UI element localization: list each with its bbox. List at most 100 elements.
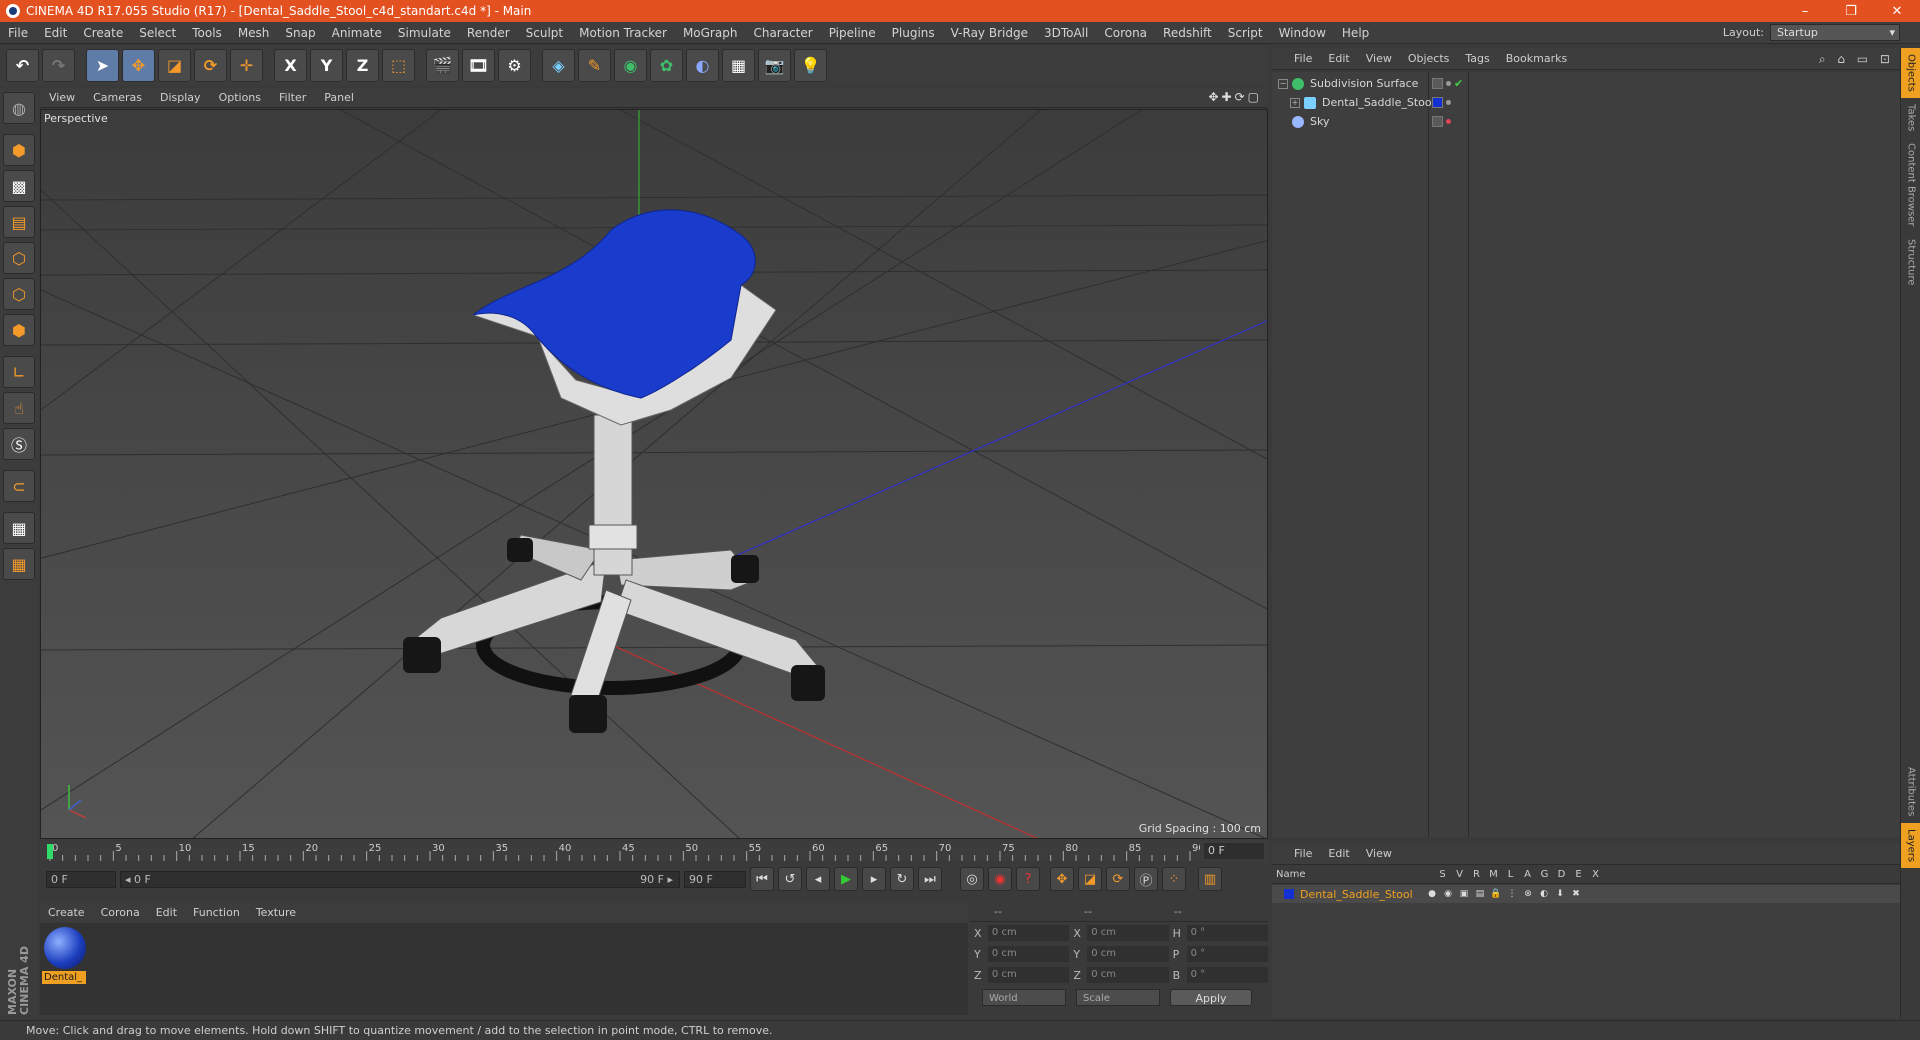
viewport-menu-panel[interactable]: Panel bbox=[315, 91, 363, 104]
go-to-start-icon[interactable]: ⏮ bbox=[750, 867, 774, 891]
menu-pipeline[interactable]: Pipeline bbox=[821, 26, 884, 40]
om-menu-file[interactable]: File bbox=[1286, 52, 1320, 65]
key-parameter-icon[interactable]: Ⓟ bbox=[1134, 867, 1158, 891]
viewport-menu-options[interactable]: Options bbox=[210, 91, 270, 104]
menu-create[interactable]: Create bbox=[75, 26, 131, 40]
menu-window[interactable]: Window bbox=[1271, 26, 1334, 40]
om-menu-view[interactable]: View bbox=[1358, 52, 1400, 65]
close-button[interactable]: ✕ bbox=[1874, 0, 1920, 22]
record-keys-icon[interactable]: ◎ bbox=[960, 867, 984, 891]
size-z-field[interactable]: 0 cm bbox=[1087, 967, 1169, 983]
view-toggle-icon[interactable]: ◉ bbox=[1440, 889, 1456, 899]
viewport-menu-display[interactable]: Display bbox=[151, 91, 210, 104]
start-frame-field[interactable]: 0 F bbox=[46, 870, 116, 888]
menu-3dtoall[interactable]: 3DToAll bbox=[1036, 26, 1096, 40]
menu-redshift[interactable]: Redshift bbox=[1155, 26, 1220, 40]
locked-workplane-icon[interactable]: ▦ bbox=[3, 512, 35, 544]
timeline-window-icon[interactable]: ▥ bbox=[1198, 867, 1222, 891]
menu-mograph[interactable]: MoGraph bbox=[675, 26, 746, 40]
expressions-toggle-icon[interactable]: ⬇ bbox=[1552, 889, 1568, 899]
menu-mesh[interactable]: Mesh bbox=[230, 26, 278, 40]
playhead-marker[interactable] bbox=[47, 844, 53, 859]
make-editable-icon[interactable]: ◍ bbox=[3, 92, 35, 124]
axis-mode-icon[interactable]: ∟ bbox=[3, 356, 35, 388]
visibility-dot-icon[interactable] bbox=[1446, 119, 1451, 124]
xref-toggle-icon[interactable]: ✖ bbox=[1568, 889, 1584, 899]
layout-dropdown[interactable]: Startup bbox=[1770, 24, 1900, 41]
x-axis-lock-button[interactable]: X bbox=[274, 48, 307, 82]
render-picture-viewer-icon[interactable]: 🎞 bbox=[462, 48, 495, 82]
viewport-menu-cameras[interactable]: Cameras bbox=[84, 91, 151, 104]
menu-tools[interactable]: Tools bbox=[184, 26, 230, 40]
timeline-ruler[interactable]: 051015202530354045505560657075808590 0 F bbox=[40, 841, 1268, 861]
texture-mode-icon[interactable]: ▩ bbox=[3, 170, 35, 202]
menu-help[interactable]: Help bbox=[1334, 26, 1377, 40]
lm-menu-file[interactable]: File bbox=[1286, 847, 1320, 860]
om-menu-bookmarks[interactable]: Bookmarks bbox=[1498, 52, 1575, 65]
material-preview-sphere[interactable] bbox=[44, 927, 86, 969]
om-menu-objects[interactable]: Objects bbox=[1400, 52, 1458, 65]
workplane-mode-icon[interactable]: ▤ bbox=[3, 206, 35, 238]
perspective-viewport[interactable]: Perspective Grid Spacing : 100 cm bbox=[40, 109, 1268, 839]
key-pla-icon[interactable]: ⁘ bbox=[1162, 867, 1186, 891]
layer-tag-icon[interactable] bbox=[1432, 116, 1443, 127]
coordinate-space-dropdown[interactable]: World bbox=[982, 989, 1066, 1006]
subdivision-surface-icon[interactable]: ◉ bbox=[614, 48, 647, 82]
recent-tool-icon[interactable]: ✛ bbox=[230, 48, 263, 82]
manager-toggle-icon[interactable]: ▤ bbox=[1472, 889, 1488, 899]
solo-toggle-icon[interactable]: ● bbox=[1424, 889, 1440, 899]
menu-vray-bridge[interactable]: V-Ray Bridge bbox=[943, 26, 1036, 40]
position-z-field[interactable]: 0 cm bbox=[987, 967, 1070, 983]
y-axis-lock-button[interactable]: Y bbox=[310, 48, 343, 82]
cube-icon[interactable]: ◈ bbox=[542, 48, 575, 82]
redo-icon[interactable]: ↷ bbox=[42, 48, 75, 82]
play-icon[interactable]: ▶ bbox=[834, 867, 858, 891]
deformers-toggle-icon[interactable]: ◐ bbox=[1536, 889, 1552, 899]
layer-color-icon[interactable] bbox=[1432, 97, 1443, 108]
rotation-h-field[interactable]: 0 ° bbox=[1186, 925, 1268, 941]
menu-plugins[interactable]: Plugins bbox=[884, 26, 943, 40]
solo-mode-icon[interactable]: Ⓢ bbox=[3, 428, 35, 460]
position-x-field[interactable]: 0 cm bbox=[987, 925, 1070, 941]
floor-icon[interactable]: ▦ bbox=[722, 48, 755, 82]
visibility-dot-icon[interactable] bbox=[1446, 81, 1451, 86]
keyframe-selection-icon[interactable]: ? bbox=[1016, 867, 1040, 891]
points-mode-icon[interactable]: ⬡ bbox=[3, 242, 35, 274]
tab-objects[interactable]: Objects bbox=[1901, 48, 1920, 98]
model-mode-icon[interactable]: ⬢ bbox=[3, 134, 35, 166]
deformer-icon[interactable]: ◐ bbox=[686, 48, 719, 82]
tab-takes[interactable]: Takes bbox=[1901, 98, 1920, 137]
tab-attributes[interactable]: Attributes bbox=[1901, 761, 1920, 822]
menu-snap[interactable]: Snap bbox=[277, 26, 323, 40]
menu-sculpt[interactable]: Sculpt bbox=[518, 26, 571, 40]
tweak-mode-icon[interactable]: ☝ bbox=[3, 392, 35, 424]
go-to-end-icon[interactable]: ⏭ bbox=[918, 867, 942, 891]
key-scale-icon[interactable]: ◪ bbox=[1078, 867, 1102, 891]
size-y-field[interactable]: 0 cm bbox=[1087, 946, 1169, 962]
generators-toggle-icon[interactable]: ⊗ bbox=[1520, 889, 1536, 899]
material-menu-corona[interactable]: Corona bbox=[93, 906, 148, 919]
tab-structure[interactable]: Structure bbox=[1901, 233, 1920, 292]
animation-toggle-icon[interactable]: ⋮ bbox=[1504, 889, 1520, 899]
maximize-button[interactable]: ❐ bbox=[1828, 0, 1874, 22]
scale-tool-icon[interactable]: ◪ bbox=[158, 48, 191, 82]
viewport-navigation-icons[interactable]: ✥✚⟳▢ bbox=[1208, 90, 1262, 104]
viewport-menu-view[interactable]: View bbox=[40, 91, 84, 104]
rotation-p-field[interactable]: 0 ° bbox=[1186, 946, 1268, 962]
menu-file[interactable]: File bbox=[0, 26, 36, 40]
live-selection-icon[interactable]: ➤ bbox=[86, 48, 119, 82]
apply-button[interactable]: Apply bbox=[1170, 989, 1252, 1006]
menu-simulate[interactable]: Simulate bbox=[390, 26, 459, 40]
menu-select[interactable]: Select bbox=[131, 26, 184, 40]
menu-script[interactable]: Script bbox=[1220, 26, 1271, 40]
menu-edit[interactable]: Edit bbox=[36, 26, 75, 40]
material-menu-edit[interactable]: Edit bbox=[148, 906, 185, 919]
object-row-dental-saddle-stool[interactable]: + Dental_Saddle_Stool bbox=[1272, 93, 1900, 112]
rotation-b-field[interactable]: 0 ° bbox=[1186, 967, 1268, 983]
rotate-tool-icon[interactable]: ⟳ bbox=[194, 48, 227, 82]
key-rotation-icon[interactable]: ⟳ bbox=[1106, 867, 1130, 891]
previous-key-icon[interactable]: ↺ bbox=[778, 867, 802, 891]
tab-content-browser[interactable]: Content Browser bbox=[1901, 137, 1920, 232]
layer-color-swatch[interactable] bbox=[1284, 889, 1294, 899]
om-menu-tags[interactable]: Tags bbox=[1457, 52, 1497, 65]
